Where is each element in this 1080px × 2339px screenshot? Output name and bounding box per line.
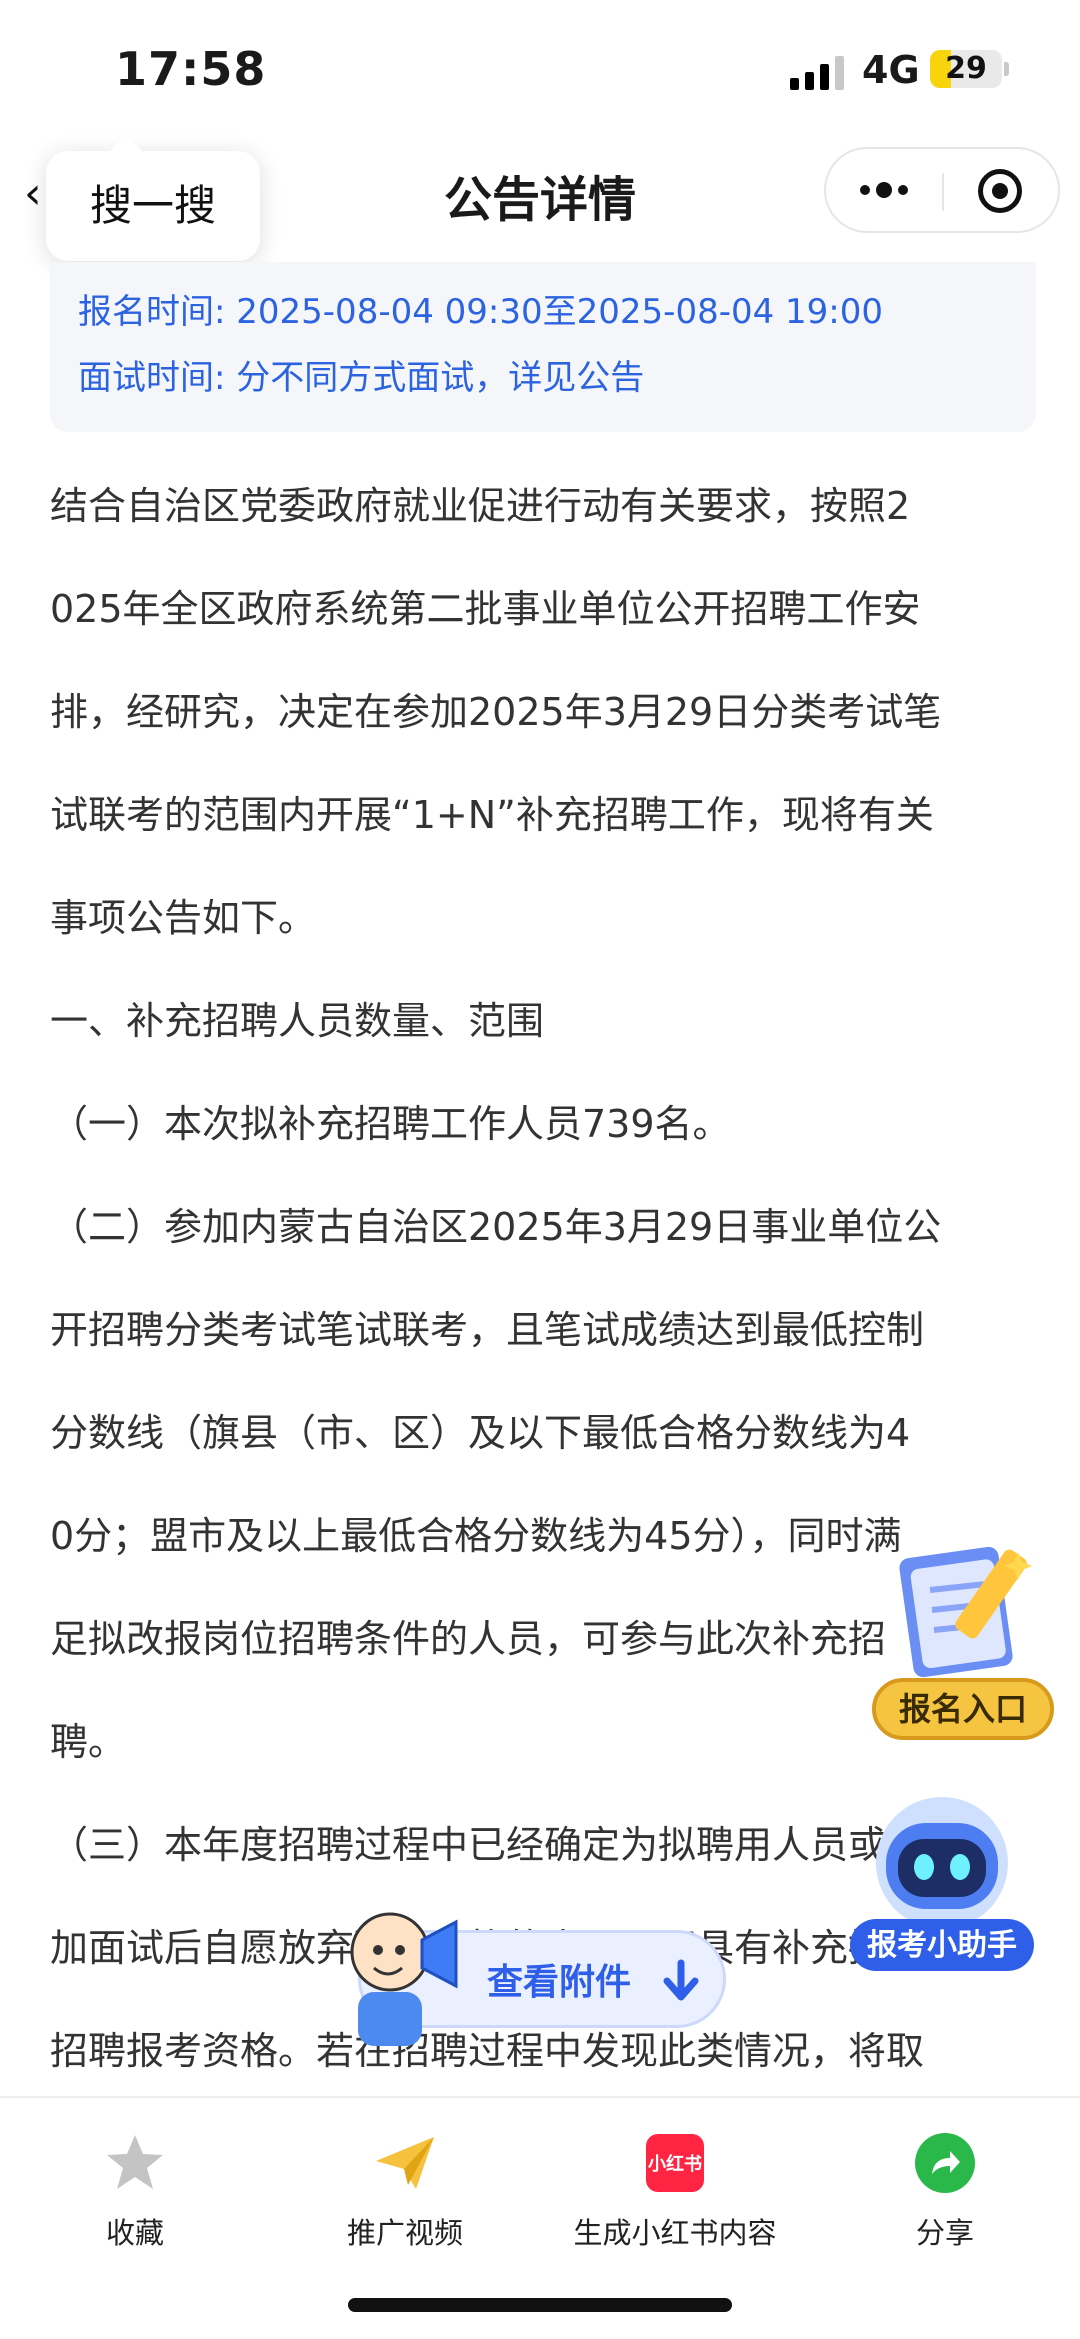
battery-icon: 29 — [930, 50, 1002, 88]
promo-video-button[interactable]: 推广视频 — [270, 2128, 540, 2252]
network-type: 4G — [862, 48, 920, 92]
xhs-logo-icon: 小红书 — [646, 2134, 704, 2192]
arrow-down-icon — [663, 1959, 699, 2001]
article-line: 试联考的范围内开展“1+N”补充招聘工作，现将有关 — [50, 793, 934, 837]
battery-tip — [1004, 62, 1009, 76]
favorite-button[interactable]: 收藏 — [0, 2128, 270, 2252]
status-time: 17:58 — [115, 42, 267, 96]
section-heading: 一、补充招聘人员数量、范围 — [50, 999, 545, 1043]
article-line: （二）参加内蒙古自治区2025年3月29日事业单位公 — [50, 1205, 942, 1249]
capsule-divider — [942, 173, 944, 211]
article-line: 分数线（旗县（市、区）及以下最低合格分数线为4 — [50, 1411, 911, 1455]
article-line: 025年全区政府系统第二批事业单位公开招聘工作安 — [50, 587, 921, 631]
article-line: （一）本次拟补充招聘工作人员739名。 — [50, 1102, 731, 1146]
star-icon — [107, 2135, 163, 2189]
signup-document-icon: 报名入口 — [872, 1546, 1054, 1740]
article-line: 事项公告如下。 — [50, 896, 317, 940]
article-line: 排，经研究，决定在参加2025年3月29日分类考试笔 — [50, 690, 942, 734]
xhs-generate-label: 生成小红书内容 — [573, 2216, 777, 2250]
megaphone-mascot-icon — [350, 1912, 458, 2046]
share-icon — [915, 2133, 975, 2193]
share-button[interactable]: 分享 — [810, 2128, 1080, 2252]
exam-assistant-button[interactable]: 报考小助手 — [842, 1795, 1042, 1975]
close-miniprogram-icon[interactable] — [978, 169, 1022, 213]
more-icon[interactable] — [860, 182, 908, 198]
article-line: 开招聘分类考试笔试联考，且笔试成绩达到最低控制 — [50, 1308, 925, 1352]
assistant-label: 报考小助手 — [867, 1928, 1017, 1963]
interview-time: 面试时间: 分不同方式面试，详见公告 — [78, 358, 645, 398]
signup-time: 报名时间: 2025-08-04 09:30至2025-08-04 19:00 — [78, 292, 884, 332]
favorite-label: 收藏 — [105, 2216, 164, 2250]
home-indicator — [348, 2298, 732, 2312]
view-attachment-label: 查看附件 — [487, 1962, 632, 2003]
article-line: 结合自治区党委政府就业促进行动有关要求，按照2 — [50, 484, 911, 528]
signup-entry-button[interactable]: 报名入口 — [868, 1540, 1058, 1740]
search-tooltip[interactable]: 搜一搜 — [46, 135, 260, 261]
paper-plane-icon — [376, 2137, 434, 2189]
miniprogram-capsule — [824, 147, 1060, 233]
battery-level: 29 — [945, 51, 987, 86]
signup-entry-label: 报名入口 — [899, 1690, 1027, 1728]
share-label: 分享 — [915, 2216, 974, 2250]
info-box: 报名时间: 2025-08-04 09:30至2025-08-04 19:00 … — [50, 262, 1036, 432]
promo-video-label: 推广视频 — [346, 2216, 463, 2250]
robot-assistant-icon: 报考小助手 — [850, 1797, 1034, 1971]
cellular-signal-icon — [790, 56, 844, 90]
xhs-generate-button[interactable]: 小红书 生成小红书内容 — [540, 2128, 810, 2252]
